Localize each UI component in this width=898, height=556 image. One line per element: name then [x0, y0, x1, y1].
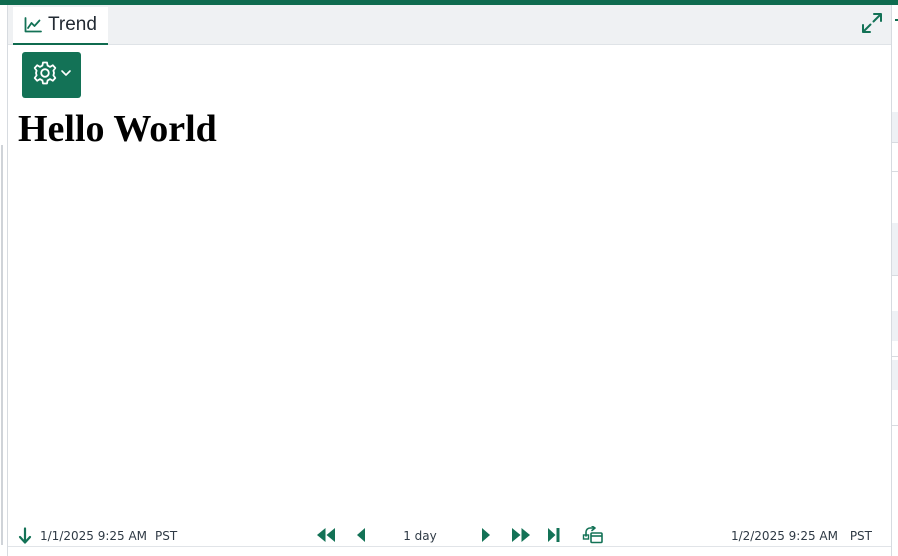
- go-to-now-button[interactable]: [547, 527, 561, 545]
- line-chart-icon: [24, 17, 42, 33]
- step-back-icon: [355, 527, 367, 546]
- start-timezone: PST: [155, 529, 178, 543]
- time-navigation: 1 day: [314, 524, 614, 547]
- fast-rewind-icon: [316, 527, 336, 546]
- gear-icon: [32, 60, 58, 91]
- sync-display-icon: [582, 524, 604, 547]
- right-rail-divider: [892, 275, 898, 276]
- right-rail-stripe: [892, 112, 898, 142]
- start-time[interactable]: 1/1/2025 9:25 AM: [40, 529, 147, 543]
- settings-dropdown-button[interactable]: [22, 52, 81, 98]
- trend-panel: Trend Hello World 1/1/2025 9:25 AM PST 1…: [8, 5, 891, 556]
- end-timezone: PST: [849, 529, 872, 543]
- page-headline: Hello World: [18, 108, 217, 150]
- right-rail-stripe: [892, 223, 898, 275]
- step-forward-large-button[interactable]: [511, 527, 531, 545]
- expand-button[interactable]: [861, 12, 883, 39]
- step-back-large-button[interactable]: [316, 527, 336, 545]
- end-time[interactable]: 1/2/2025 9:25 AM: [731, 529, 838, 543]
- duration-selector[interactable]: 1 day: [396, 527, 444, 545]
- right-rail-stripe: [892, 311, 898, 341]
- left-rail-line: [1, 145, 3, 545]
- step-forward-icon: [480, 527, 492, 546]
- chevron-down-icon: [60, 66, 72, 84]
- fast-forward-icon: [511, 527, 531, 546]
- right-rail-divider: [892, 171, 898, 172]
- sync-display-button[interactable]: [582, 524, 604, 547]
- right-rail-divider: [892, 425, 898, 426]
- right-rail-divider: [892, 142, 898, 143]
- right-rail-stripe: [892, 360, 898, 390]
- step-back-button[interactable]: [355, 527, 367, 545]
- skip-to-end-icon: [547, 527, 561, 546]
- right-rail-divider: [892, 356, 898, 357]
- tab-bar: Trend: [8, 5, 891, 45]
- arrow-down-icon[interactable]: [18, 527, 32, 545]
- expand-icon: [861, 12, 883, 39]
- end-time-group: 1/2/2025 9:25 AM PST: [731, 527, 872, 545]
- start-time-group: 1/1/2025 9:25 AM PST: [18, 527, 177, 545]
- left-rail: [0, 5, 8, 556]
- tab-trend[interactable]: Trend: [13, 7, 108, 45]
- tab-label: Trend: [48, 14, 97, 35]
- step-forward-button[interactable]: [480, 527, 492, 545]
- right-rail: [891, 5, 898, 556]
- footer-divider: [8, 546, 891, 547]
